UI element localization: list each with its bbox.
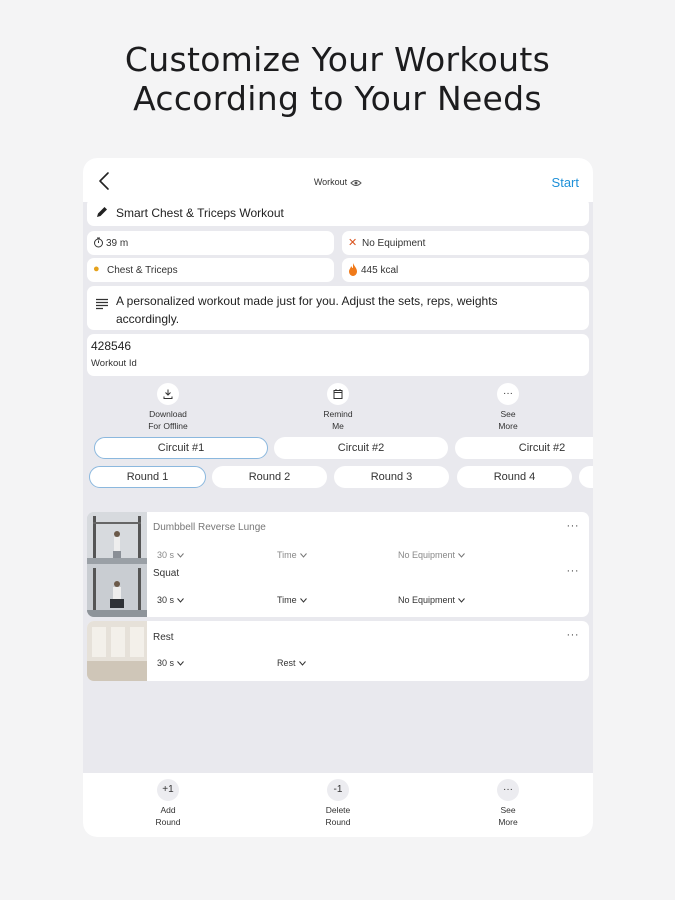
dumbbell-icon: ✕ <box>348 237 358 249</box>
chevron-down-icon <box>458 553 465 558</box>
download-label-line-2: For Offline <box>148 421 188 431</box>
remind-label-line-1: Remind <box>323 409 353 419</box>
more-icon: ··· <box>497 383 519 405</box>
round-tab[interactable]: Round 1 <box>89 466 206 488</box>
type-value: Time <box>277 550 297 560</box>
duration-value: 39 m <box>106 238 129 249</box>
start-button[interactable]: Start <box>552 175 579 190</box>
notes-icon <box>96 298 108 310</box>
muscles-field[interactable]: ● Chest & Triceps <box>87 258 334 282</box>
delete-round-label-line-1: Delete <box>325 805 351 815</box>
exercise-card: Rest ··· 30 s Rest <box>87 621 589 681</box>
workout-id-field: 428546 Workout Id <box>87 334 589 376</box>
workout-actions: Download For Offline Remind Me ··· See M… <box>83 380 593 432</box>
workout-id-label: Workout Id <box>91 358 137 369</box>
exercise-thumbnail[interactable] <box>87 621 147 681</box>
equipment-dropdown[interactable]: No Equipment <box>398 550 465 560</box>
round-tab-partial[interactable] <box>579 466 593 488</box>
add-round-button[interactable]: +1 Add Round <box>123 779 213 828</box>
equipment-value: No Equipment <box>398 550 456 560</box>
type-dropdown[interactable]: Rest <box>277 658 306 668</box>
equipment-dropdown[interactable]: No Equipment <box>398 595 465 605</box>
exercise-thumbnail[interactable] <box>87 512 147 617</box>
type-value: Rest <box>277 658 296 668</box>
workout-description: A personalized workout made just for you… <box>116 294 498 326</box>
exercise-group: Dumbbell Reverse Lunge ··· 30 s Time No … <box>87 512 589 617</box>
headline: Customize Your Workouts According to You… <box>0 40 675 118</box>
remind-label-line-2: Me <box>332 421 344 431</box>
chevron-down-icon <box>177 661 184 666</box>
flexed-biceps-icon: ● <box>93 263 100 275</box>
minus-one-icon: -1 <box>327 779 349 801</box>
download-icon <box>157 383 179 405</box>
exercise-options-icon[interactable]: ··· <box>567 520 580 532</box>
fire-icon <box>349 263 357 276</box>
headline-line-1: Customize Your Workouts <box>124 40 551 79</box>
muscles-value: Chest & Triceps <box>107 265 178 276</box>
round-tab[interactable]: Round 2 <box>212 466 327 488</box>
workout-id-value: 428546 <box>91 339 132 353</box>
more-icon: ··· <box>497 779 519 801</box>
bottom-see-more-label-line-1: See <box>500 805 516 815</box>
calories-field[interactable]: 445 kcal <box>342 258 589 282</box>
exercise-options-icon[interactable]: ··· <box>567 565 580 577</box>
bottom-action-bar: +1 Add Round -1 Delete Round ··· See Mor… <box>83 773 593 837</box>
bottom-see-more-label-line-2: More <box>498 817 518 827</box>
equipment-value: No Equipment <box>362 238 426 249</box>
top-bar: Workout Start <box>83 158 593 202</box>
duration-value: 30 s <box>157 550 175 560</box>
eye-icon[interactable] <box>350 179 362 187</box>
duration-dropdown[interactable]: 30 s <box>157 595 184 605</box>
chevron-down-icon <box>177 598 184 603</box>
round-tab[interactable]: Round 4 <box>457 466 572 488</box>
calendar-icon <box>327 383 349 405</box>
equipment-field[interactable]: ✕ No Equipment <box>342 231 589 255</box>
plus-one-icon: +1 <box>157 779 179 801</box>
workout-name-field[interactable]: Smart Chest & Triceps Workout <box>87 198 589 226</box>
exercise-options-icon[interactable]: ··· <box>567 629 580 641</box>
screen-title: Workout <box>83 177 593 187</box>
duration-value: 30 s <box>157 658 175 668</box>
see-more-label-line-2: More <box>498 421 518 431</box>
type-value: Time <box>277 595 297 605</box>
description-field[interactable]: A personalized workout made just for you… <box>87 286 589 330</box>
circuit-tab[interactable]: Circuit #2 <box>274 437 448 459</box>
delete-round-label-line-2: Round <box>325 817 351 827</box>
duration-dropdown[interactable]: 30 s <box>157 658 184 668</box>
calories-value: 445 kcal <box>361 265 399 276</box>
equipment-value: No Equipment <box>398 595 456 605</box>
exercise-name: Dumbbell Reverse Lunge <box>153 522 266 533</box>
chevron-down-icon <box>458 598 465 603</box>
chevron-down-icon <box>177 553 184 558</box>
chevron-down-icon <box>299 553 307 558</box>
stopwatch-icon <box>94 237 103 248</box>
round-tab[interactable]: Round 3 <box>334 466 449 488</box>
exercise-name: Rest <box>153 632 174 643</box>
circuit-tab[interactable]: Circuit #1 <box>94 437 268 459</box>
add-round-label-line-1: Add <box>160 805 176 815</box>
app-screen: Workout Start Smart Chest & Triceps Work… <box>83 158 593 837</box>
see-more-button[interactable]: ··· See More <box>463 383 553 432</box>
chevron-down-icon <box>299 598 307 603</box>
see-more-label-line-1: See <box>500 409 516 419</box>
duration-field[interactable]: 39 m <box>87 231 334 255</box>
circuit-tab[interactable]: Circuit #2 <box>455 437 593 459</box>
chevron-down-icon <box>298 661 306 666</box>
pencil-icon <box>97 207 107 217</box>
duration-value: 30 s <box>157 595 175 605</box>
workout-name: Smart Chest & Triceps Workout <box>116 206 284 220</box>
screen-title-text: Workout <box>313 177 348 187</box>
download-label-line-1: Download <box>149 409 187 419</box>
exercise-name: Squat <box>153 568 180 579</box>
duration-dropdown[interactable]: 30 s <box>157 550 184 560</box>
remind-me-button[interactable]: Remind Me <box>293 383 383 432</box>
bottom-see-more-button[interactable]: ··· See More <box>463 779 553 828</box>
add-round-label-line-2: Round <box>155 817 181 827</box>
download-offline-button[interactable]: Download For Offline <box>123 383 213 432</box>
headline-line-2: According to Your Needs <box>133 79 542 118</box>
type-dropdown[interactable]: Time <box>277 595 307 605</box>
type-dropdown[interactable]: Time <box>277 550 307 560</box>
delete-round-button[interactable]: -1 Delete Round <box>293 779 383 828</box>
